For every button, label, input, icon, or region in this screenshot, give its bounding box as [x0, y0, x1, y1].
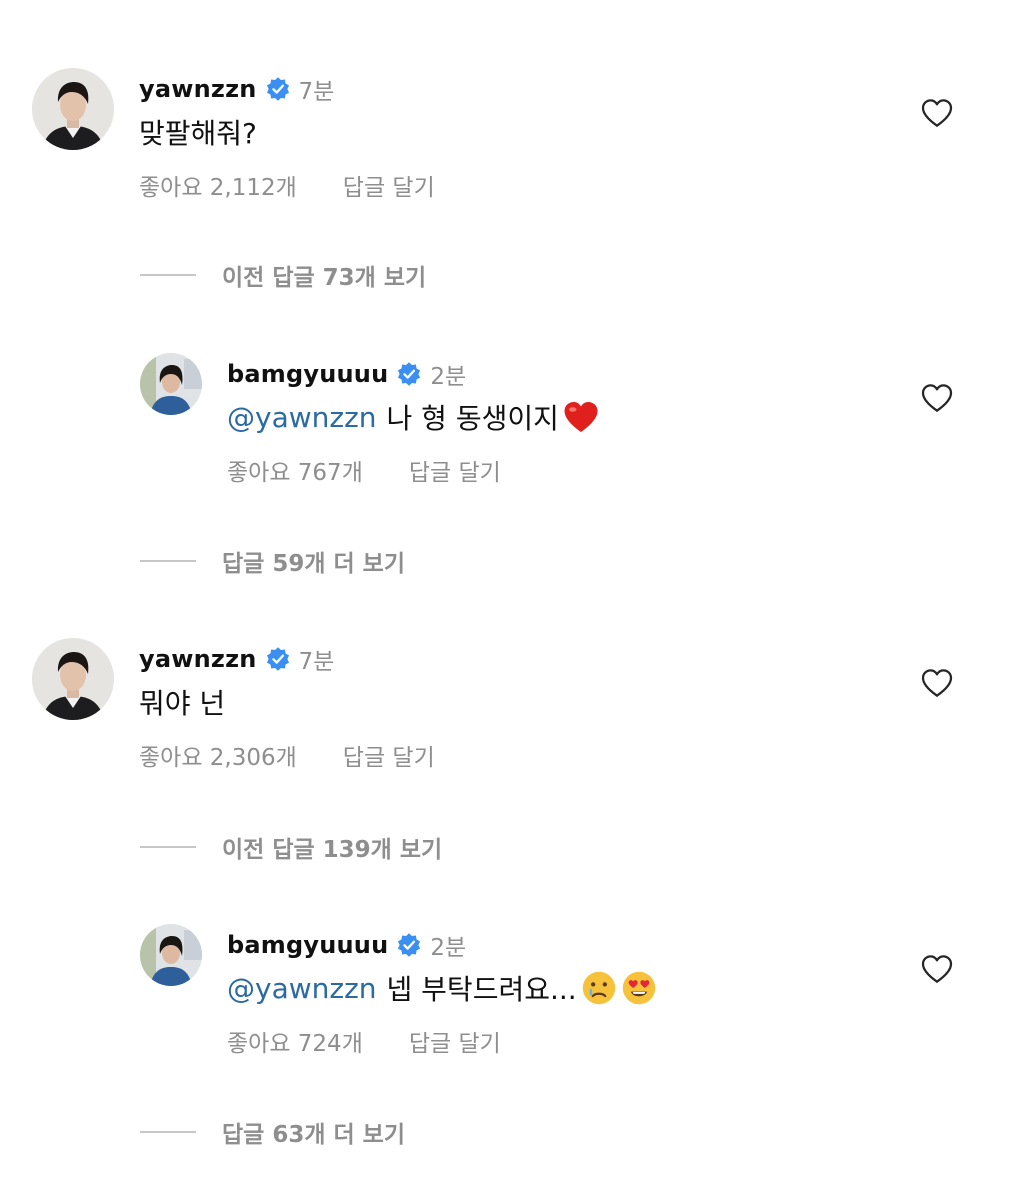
likes-count[interactable]: 좋아요 2,112개: [139, 168, 297, 202]
username[interactable]: yawnzzn: [139, 645, 257, 673]
comment-header: yawnzzn 7분: [139, 642, 334, 676]
reply-comment: bamgyuuuu 2분 @yawnzzn 나 형 동생이지 좋아요 767개 …: [140, 353, 1011, 523]
avatar[interactable]: [32, 68, 114, 150]
heart-eyes-emoji-icon: [621, 970, 657, 1006]
view-previous-replies[interactable]: 이전 답글 73개 보기: [140, 260, 427, 291]
divider-line: [140, 274, 196, 276]
reply-button[interactable]: 답글 달기: [343, 168, 435, 202]
like-heart-icon[interactable]: [921, 383, 953, 413]
comment-text: 맞팔해줘?: [139, 112, 257, 152]
comment-actions: 좋아요 767개 답글 달기: [227, 453, 501, 487]
likes-count[interactable]: 좋아요 767개: [227, 453, 363, 487]
view-previous-label: 이전 답글 73개 보기: [222, 265, 427, 291]
username[interactable]: bamgyuuuu: [227, 931, 388, 959]
verified-badge-icon: [265, 646, 291, 672]
likes-count[interactable]: 좋아요 2,306개: [139, 738, 297, 772]
avatar-photo-icon: [32, 638, 114, 720]
comment-actions: 좋아요 2,112개 답글 달기: [139, 168, 435, 202]
comment-header: bamgyuuuu 2분: [227, 928, 466, 962]
username[interactable]: bamgyuuuu: [227, 360, 388, 388]
timestamp: 2분: [430, 935, 467, 961]
comment-body: 맞팔해줘?: [139, 117, 257, 150]
verified-badge-icon: [396, 932, 422, 958]
mention-link[interactable]: @yawnzzn: [227, 401, 377, 434]
comment: yawnzzn 7분 뭐야 넌 좋아요 2,306개 답글 달기: [32, 638, 1011, 808]
avatar[interactable]: [140, 353, 202, 415]
comment: yawnzzn 7분 맞팔해줘? 좋아요 2,112개 답글 달기: [32, 68, 1011, 238]
divider-line: [140, 560, 196, 562]
comment-header: bamgyuuuu 2분: [227, 357, 466, 391]
timestamp: 2분: [430, 364, 467, 390]
timestamp: 7분: [298, 649, 335, 675]
verified-badge-icon: [396, 361, 422, 387]
view-more-label: 답글 59개 더 보기: [222, 551, 405, 577]
view-more-replies[interactable]: 답글 59개 더 보기: [140, 546, 405, 577]
comment-body: 나 형 동생이지: [386, 402, 559, 435]
crying-face-emoji-icon: [581, 970, 617, 1006]
avatar[interactable]: [140, 924, 202, 986]
view-more-label: 답글 63개 더 보기: [222, 1122, 405, 1148]
comment-text: 뭐야 넌: [139, 682, 225, 722]
avatar[interactable]: [32, 638, 114, 720]
view-more-replies[interactable]: 답글 63개 더 보기: [140, 1117, 405, 1148]
divider-line: [140, 846, 196, 848]
comment-text: @yawnzzn 넵 부탁드려요...: [227, 968, 657, 1008]
view-previous-replies[interactable]: 이전 답글 139개 보기: [140, 832, 443, 863]
comment-body: 뭐야 넌: [139, 687, 226, 720]
avatar-photo-icon: [32, 68, 114, 150]
timestamp: 7분: [298, 79, 335, 105]
likes-count[interactable]: 좋아요 724개: [227, 1024, 363, 1058]
comment-text: @yawnzzn 나 형 동생이지: [227, 397, 599, 437]
comment-header: yawnzzn 7분: [139, 72, 334, 106]
like-heart-icon[interactable]: [921, 98, 953, 128]
reply-button[interactable]: 답글 달기: [343, 738, 435, 772]
reply-comment: bamgyuuuu 2분 @yawnzzn 넵 부탁드려요... 좋아요 724…: [140, 924, 1011, 1094]
divider-line: [140, 1131, 196, 1133]
avatar-photo-icon: [140, 353, 202, 415]
view-previous-label: 이전 답글 139개 보기: [222, 837, 443, 863]
like-heart-icon[interactable]: [921, 668, 953, 698]
reply-button[interactable]: 답글 달기: [409, 453, 501, 487]
like-heart-icon[interactable]: [921, 954, 953, 984]
username[interactable]: yawnzzn: [139, 75, 257, 103]
mention-link[interactable]: @yawnzzn: [227, 972, 377, 1005]
comment-body: 넵 부탁드려요...: [386, 973, 577, 1006]
red-heart-emoji-icon: [563, 399, 599, 435]
avatar-photo-icon: [140, 924, 202, 986]
comment-actions: 좋아요 724개 답글 달기: [227, 1024, 501, 1058]
verified-badge-icon: [265, 76, 291, 102]
reply-button[interactable]: 답글 달기: [409, 1024, 501, 1058]
comment-actions: 좋아요 2,306개 답글 달기: [139, 738, 435, 772]
